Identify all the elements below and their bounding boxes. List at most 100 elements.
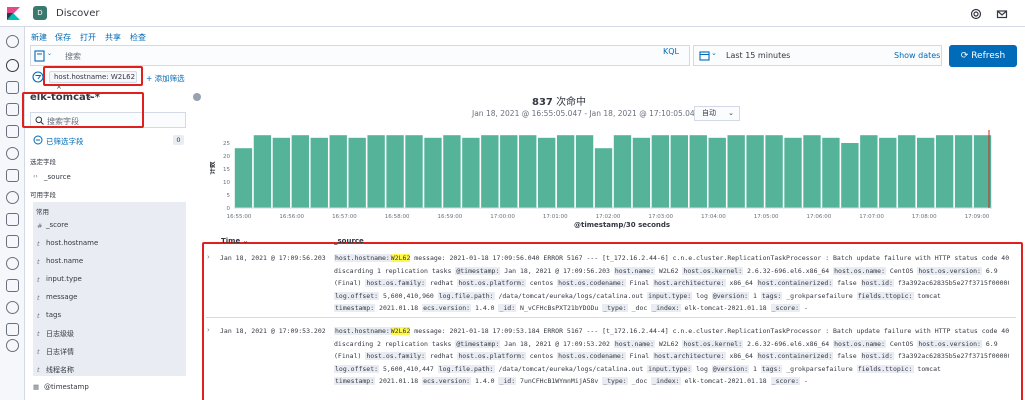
ml-icon[interactable] xyxy=(6,169,19,182)
search-input[interactable]: 搜索 xyxy=(65,51,81,62)
monitoring-icon[interactable] xyxy=(6,301,19,314)
time-picker[interactable]: ⌄ Last 15 minutes Show dates xyxy=(693,45,942,66)
field-key: host.id: xyxy=(860,352,894,360)
histogram-chart[interactable]: 计数 0 5 10 15 20 25 16:55:00 16:56:00 16:57:00 16:5… xyxy=(210,128,1000,228)
main-content: 837 次命中 Jan 18, 2021 @ 16:55:05.047 - Ja… xyxy=(202,88,1025,400)
field-item[interactable]: tags xyxy=(46,311,61,319)
column-header-time[interactable]: Time ⌄ xyxy=(221,237,249,245)
selected-fields-header: 选定字段 xyxy=(30,158,56,166)
selected-filter-link[interactable]: 已筛选字段 xyxy=(46,136,84,147)
field-source[interactable]: _source xyxy=(44,173,71,181)
collapse-sidebar-icon[interactable] xyxy=(193,93,201,101)
field-item[interactable]: _score xyxy=(46,221,68,229)
dashboard-icon[interactable] xyxy=(6,103,19,116)
siem-icon[interactable] xyxy=(6,191,19,204)
field-value: elk-tomcat-2021.01.18 xyxy=(680,377,771,385)
field-value: 1.4.0 xyxy=(471,377,499,385)
histogram-bar xyxy=(462,137,480,208)
settings-gear-icon[interactable] xyxy=(6,339,19,352)
field-item[interactable]: 日志级级 xyxy=(46,329,74,339)
source-line: timestamp: 2021.01.18 ecs.version: 1.4.0… xyxy=(334,376,1009,386)
source-line: timestamp: 2021.01.18 ecs.version: 1.4.0… xyxy=(334,303,1009,313)
field-key: host.hostname: xyxy=(334,327,391,335)
show-dates-link[interactable]: Show dates xyxy=(894,51,940,60)
menu-save[interactable]: 保存 xyxy=(55,32,71,43)
histogram-bar xyxy=(803,135,821,208)
histogram-bar xyxy=(841,143,859,208)
field-key: log.file.path: xyxy=(437,291,495,300)
field-type-icon: t xyxy=(37,240,40,248)
field-item[interactable]: message xyxy=(46,293,77,301)
saved-query-icon[interactable] xyxy=(34,50,46,62)
field-type-icon: t xyxy=(37,294,40,302)
query-bar[interactable]: ⌄ 搜索 xyxy=(30,45,690,66)
menu-open[interactable]: 打开 xyxy=(80,32,96,43)
field-value: 7unCFHcB1WYmnMijA58v xyxy=(516,377,603,385)
stack-icon[interactable] xyxy=(6,323,19,336)
menu-inspect[interactable]: 检查 xyxy=(130,32,146,43)
apm-icon[interactable] xyxy=(6,257,19,270)
column-header-source[interactable]: _source xyxy=(334,237,364,245)
source-line: log.offset: 5,600,410,447 log.file.path:… xyxy=(334,364,1009,374)
logs-icon[interactable] xyxy=(6,213,19,226)
field-item[interactable]: input.type xyxy=(46,275,82,283)
field-key: timestamp: xyxy=(334,377,376,385)
calendar-icon[interactable] xyxy=(699,50,710,61)
kibana-logo-icon[interactable] xyxy=(6,6,21,21)
x-tick-label: 16:59:00 xyxy=(438,214,463,220)
field-value: message: 2021-01-18 17:09:53.184 ERROR 5… xyxy=(410,327,1009,335)
field-item[interactable]: host.name xyxy=(46,257,83,265)
field-value: log xyxy=(692,364,712,373)
field-value: Jan 18, 2021 @ 17:09:56.203 xyxy=(500,266,614,275)
add-filter-link[interactable]: + 添加筛选 xyxy=(146,73,185,84)
field-key: _score: xyxy=(770,377,801,385)
field-key: @timestamp: xyxy=(455,339,501,348)
field-item[interactable]: 线程名称 xyxy=(46,365,74,375)
kql-toggle[interactable]: KQL xyxy=(663,47,679,56)
highlight-value: W2L62 xyxy=(390,327,411,335)
field-item[interactable]: 日志详情 xyxy=(46,347,74,357)
uptime-icon[interactable] xyxy=(6,279,19,292)
field-value: Jan 18, 2021 @ 17:09:53.202 xyxy=(500,339,614,348)
infra-icon[interactable] xyxy=(6,235,19,248)
field-timestamp[interactable]: @timestamp xyxy=(44,383,89,391)
chevron-down-icon[interactable]: ⌄ xyxy=(47,50,52,57)
field-value: 1 xyxy=(749,364,761,373)
discover-icon[interactable] xyxy=(6,59,19,72)
field-sidebar: elk-tomcat-* ⌄ 搜索字段 已筛选字段 0 选定字段 ‹› _sou… xyxy=(22,88,201,400)
histogram-bar xyxy=(822,137,840,208)
interval-select[interactable]: 自动 ⌄ xyxy=(694,106,740,121)
annotation-box-index xyxy=(22,92,144,128)
chevron-down-icon[interactable]: ⌄ xyxy=(711,49,717,57)
histogram-bar xyxy=(291,135,309,208)
refresh-button[interactable]: ⟳ Refresh xyxy=(949,45,1017,67)
help-icon[interactable] xyxy=(970,8,982,20)
histogram-bar xyxy=(613,135,632,208)
field-key: host.containerized: xyxy=(756,352,834,360)
field-type-icon: t xyxy=(37,276,40,284)
field-value: elk-tomcat-2021.01.18 xyxy=(680,304,771,312)
expand-row-icon[interactable]: › xyxy=(207,326,210,334)
app-icon[interactable]: D xyxy=(33,6,47,20)
field-key: host.os.version: xyxy=(917,339,982,348)
field-value: W2L62 xyxy=(655,339,683,348)
histogram-bar xyxy=(632,137,651,208)
field-key: _type: xyxy=(602,304,628,312)
x-tick-label: 17:07:00 xyxy=(859,214,884,220)
visualize-icon[interactable] xyxy=(6,81,19,94)
filter-fields-icon[interactable] xyxy=(33,135,43,145)
menu-share[interactable]: 共享 xyxy=(105,32,121,43)
menu-new[interactable]: 新建 xyxy=(31,32,47,43)
refresh-icon: ⟳ xyxy=(960,51,969,61)
mail-icon[interactable] xyxy=(996,8,1008,20)
x-tick-label: 17:03:00 xyxy=(648,214,673,220)
expand-row-icon[interactable]: › xyxy=(207,253,210,261)
field-item[interactable]: host.hostname xyxy=(46,239,98,247)
chevron-down-icon: ⌄ xyxy=(728,109,734,117)
maps-icon[interactable] xyxy=(6,147,19,160)
histogram-bar xyxy=(329,135,347,208)
histogram-bar xyxy=(500,135,518,208)
recent-icon[interactable] xyxy=(6,35,19,48)
canvas-icon[interactable] xyxy=(6,125,19,138)
time-range[interactable]: Last 15 minutes xyxy=(726,51,790,60)
